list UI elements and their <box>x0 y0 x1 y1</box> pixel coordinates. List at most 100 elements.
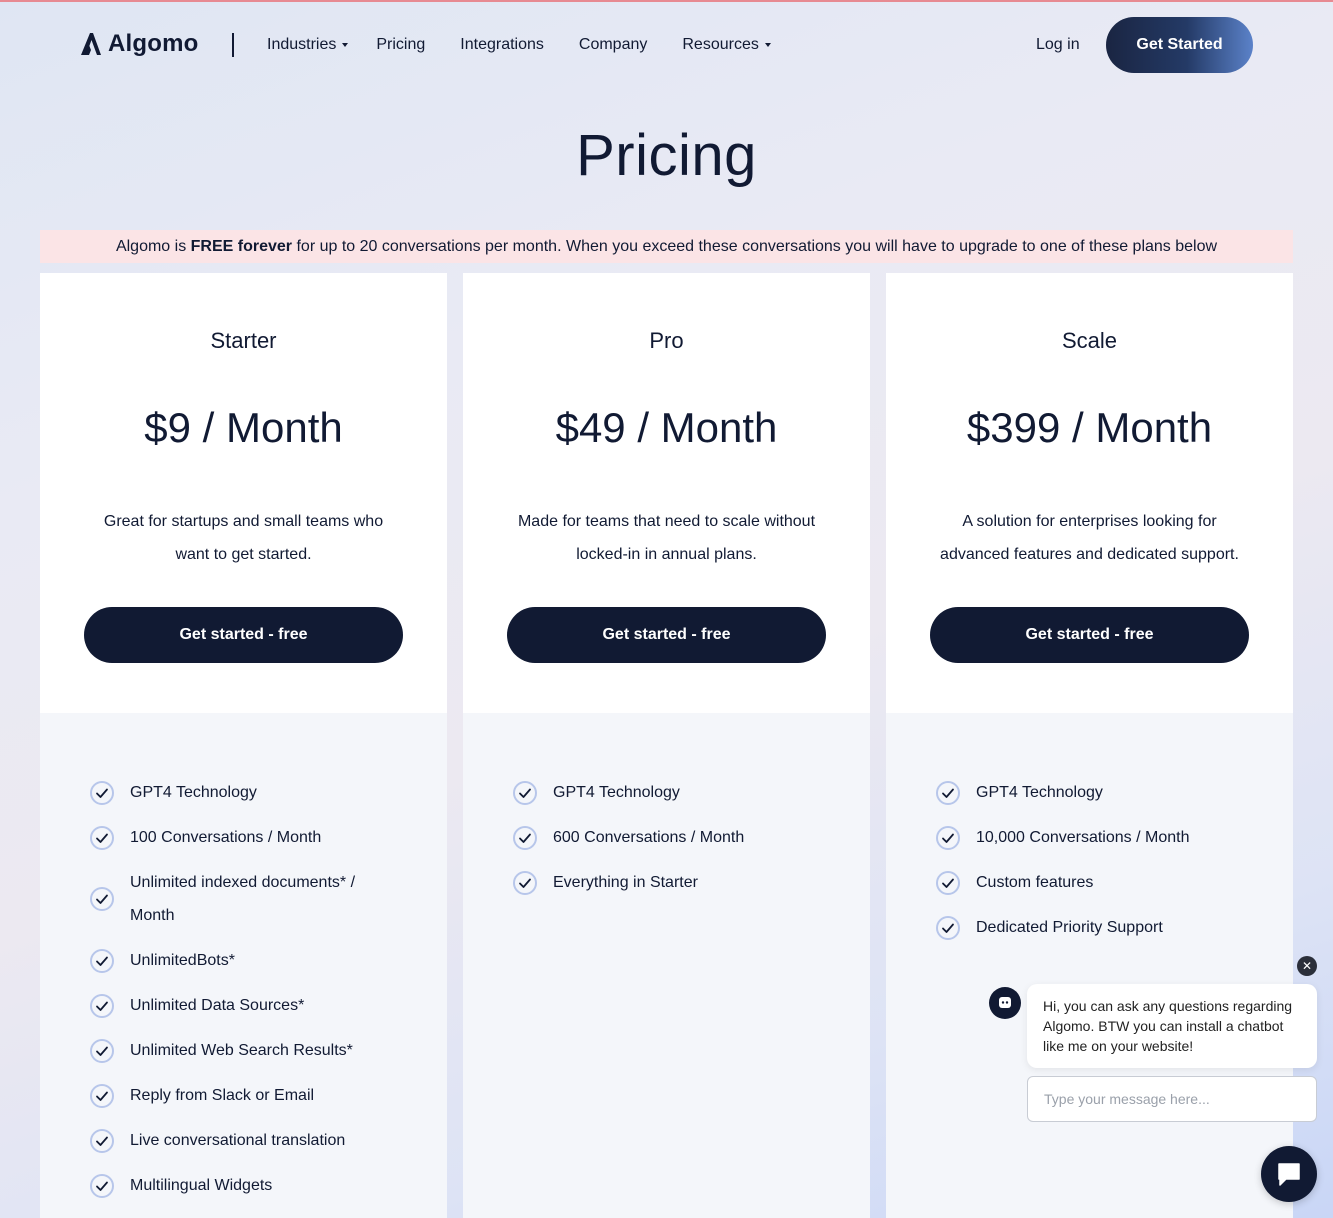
feature-item: Unlimited indexed documents* / Month <box>90 860 410 938</box>
check-circle-icon <box>90 887 114 911</box>
feature-item: Reply from Slack or Email <box>90 1073 410 1118</box>
feature-item: Everything in Starter <box>513 860 833 905</box>
feature-item: Unlimited Data Sources* <box>90 983 410 1028</box>
check-circle-icon <box>90 780 114 805</box>
bot-icon <box>999 997 1011 1008</box>
plan-card-header: Scale $399 / Month A solution for enterp… <box>886 273 1293 713</box>
plan-description: A solution for enterprises looking for a… <box>940 513 1239 563</box>
feature-list: GPT4 Technology 100 Conversations / Mont… <box>90 770 410 1208</box>
feature-item: Unlimited Web Search Results* <box>90 1028 410 1073</box>
check-circle-icon <box>90 948 114 973</box>
close-icon[interactable]: ✕ <box>1297 956 1317 976</box>
feature-list: GPT4 Technology 10,000 Conversations / M… <box>936 770 1256 950</box>
chat-message: Hi, you can ask any questions regarding … <box>1027 984 1317 1068</box>
chevron-down-icon <box>342 43 349 47</box>
check-circle-icon <box>90 993 114 1018</box>
feature-text: Unlimited Web Search Results* <box>130 1042 353 1059</box>
check-circle-icon <box>90 1128 114 1153</box>
nav-item-industries[interactable]: Industries <box>267 36 349 54</box>
nav-item-integrations[interactable]: Integrations <box>460 36 544 54</box>
feature-text: 10,000 Conversations / Month <box>976 829 1190 846</box>
feature-text: GPT4 Technology <box>976 784 1103 801</box>
feature-item: 10,000 Conversations / Month <box>936 815 1256 860</box>
site-header: Algomo Industries Pricing Integrations C… <box>0 0 1333 92</box>
nav-label: Industries <box>267 36 337 53</box>
feature-item: GPT4 Technology <box>936 770 1256 815</box>
check-circle-icon <box>936 825 960 850</box>
feature-text: Multilingual Widgets <box>130 1177 273 1194</box>
nav-label: Company <box>578 36 648 53</box>
chat-launcher-button[interactable] <box>1261 1146 1317 1202</box>
plan-features-panel: GPT4 Technology 100 Conversations / Mont… <box>40 713 447 1218</box>
nav-label: Integrations <box>460 36 544 53</box>
feature-item: UnlimitedBots* <box>90 938 410 983</box>
feature-item: Custom features <box>936 860 1256 905</box>
logo-divider <box>232 33 234 57</box>
logo-text: Algomo <box>108 30 199 57</box>
page-title: Pricing <box>576 123 757 188</box>
check-circle-icon <box>90 1038 114 1063</box>
feature-item: GPT4 Technology <box>90 770 410 815</box>
feature-item: 600 Conversations / Month <box>513 815 833 860</box>
plan-features-panel: GPT4 Technology 600 Conversations / Mont… <box>463 713 870 1218</box>
plan-price: $9 / Month <box>144 404 343 451</box>
nav-item-pricing[interactable]: Pricing <box>376 36 425 54</box>
check-circle-icon <box>90 1173 114 1198</box>
feature-text: UnlimitedBots* <box>130 952 235 969</box>
plan-card-pro: Pro $49 / Month Made for teams that need… <box>463 273 870 1218</box>
check-circle-icon <box>936 780 960 805</box>
chat-message-input[interactable] <box>1027 1076 1317 1122</box>
check-circle-icon <box>936 870 960 895</box>
check-circle-icon <box>513 780 537 805</box>
login-link[interactable]: Log in <box>1036 36 1080 54</box>
main-nav: Industries Pricing Integrations Company … <box>267 36 771 54</box>
chatbot-avatar <box>989 987 1021 1019</box>
feature-text: 100 Conversations / Month <box>130 829 322 846</box>
feature-text: GPT4 Technology <box>130 784 257 801</box>
banner-bold: FREE forever <box>190 237 293 255</box>
plan-price: $399 / Month <box>966 404 1213 451</box>
feature-text: Everything in Starter <box>553 874 698 891</box>
nav-label: Resources <box>682 36 759 53</box>
plan-card-header: Starter $9 / Month Great for startups an… <box>40 273 447 713</box>
feature-text: GPT4 Technology <box>553 784 680 801</box>
feature-item: Live conversational translation <box>90 1118 410 1163</box>
banner-suffix: for up to 20 conversations per month. Wh… <box>292 237 1218 255</box>
check-circle-icon <box>513 870 537 895</box>
check-circle-icon <box>90 1083 114 1108</box>
feature-item: Multilingual Widgets <box>90 1163 410 1208</box>
plan-features-panel: GPT4 Technology 10,000 Conversations / M… <box>886 713 1293 1218</box>
feature-text: Unlimited Data Sources* <box>130 997 305 1014</box>
check-circle-icon <box>936 915 960 940</box>
plan-name: Starter <box>210 328 277 353</box>
plan-card-header: Pro $49 / Month Made for teams that need… <box>463 273 870 713</box>
get-started-free-button[interactable]: Get started - free <box>930 607 1249 663</box>
get-started-free-button[interactable]: Get started - free <box>507 607 826 663</box>
check-circle-icon <box>513 825 537 850</box>
feature-item: GPT4 Technology <box>513 770 833 815</box>
free-tier-banner: Algomo is FREE forever for up to 20 conv… <box>40 230 1293 263</box>
feature-text: Custom features <box>976 874 1094 891</box>
check-circle-icon <box>90 825 114 850</box>
get-started-free-button[interactable]: Get started - free <box>84 607 403 663</box>
logo-icon <box>81 33 101 55</box>
nav-item-resources[interactable]: Resources <box>682 36 771 54</box>
plan-name: Scale <box>1061 328 1118 353</box>
nav-item-company[interactable]: Company <box>579 36 647 54</box>
logo[interactable]: Algomo <box>80 30 199 58</box>
nav-label: Pricing <box>376 36 426 53</box>
banner-prefix: Algomo is <box>115 237 191 255</box>
chevron-down-icon <box>764 43 771 47</box>
get-started-button[interactable]: Get Started <box>1106 17 1253 73</box>
feature-item: 100 Conversations / Month <box>90 815 410 860</box>
feature-text: Unlimited indexed documents* / Month <box>130 874 356 924</box>
feature-item: Dedicated Priority Support <box>936 905 1256 950</box>
feature-text: Dedicated Priority Support <box>976 919 1163 936</box>
plan-card-starter: Starter $9 / Month Great for startups an… <box>40 273 447 1218</box>
feature-text: 600 Conversations / Month <box>553 829 745 846</box>
feature-list: GPT4 Technology 600 Conversations / Mont… <box>513 770 833 905</box>
chat-bubble-icon <box>1278 1163 1300 1186</box>
plan-description: Great for startups and small teams who w… <box>103 513 384 563</box>
plan-name: Pro <box>649 328 684 353</box>
feature-text: Reply from Slack or Email <box>130 1087 315 1104</box>
